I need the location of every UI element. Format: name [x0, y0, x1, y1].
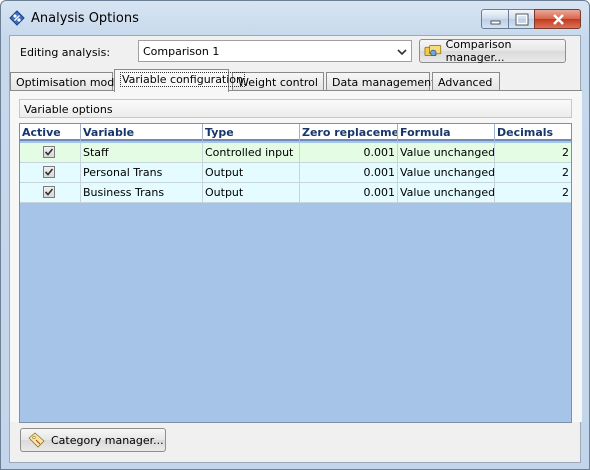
- column-variable[interactable]: Variable: [81, 124, 203, 141]
- zero-replacement-cell[interactable]: 0.001: [300, 163, 398, 183]
- chevron-down-icon: [397, 49, 407, 56]
- tab-strip: Optimisation mode Variable configuration…: [10, 67, 582, 92]
- variable-cell[interactable]: Personal Trans: [81, 163, 203, 183]
- tab-advanced[interactable]: Advanced: [432, 72, 500, 91]
- category-manager-label: Category manager...: [51, 433, 164, 447]
- column-decimals[interactable]: Decimals: [495, 124, 571, 141]
- window-title: Analysis Options: [31, 11, 139, 26]
- variable-options-header: Variable options: [19, 99, 572, 118]
- close-button[interactable]: [534, 9, 581, 29]
- table-row[interactable]: Staff Controlled input 0.001 Value uncha…: [20, 143, 571, 163]
- formula-cell[interactable]: Value unchanged: [398, 163, 495, 183]
- formula-cell[interactable]: Value unchanged: [398, 143, 495, 163]
- zero-replacement-cell[interactable]: 0.001: [300, 183, 398, 203]
- analysis-select[interactable]: Comparison 1: [138, 40, 412, 62]
- variable-grid[interactable]: Active Variable Type Zero replacement Fo…: [19, 123, 572, 423]
- decimals-cell[interactable]: 2: [495, 183, 571, 203]
- tab-data-management[interactable]: Data management: [326, 72, 435, 91]
- maximize-button[interactable]: [508, 9, 535, 29]
- variable-cell[interactable]: Business Trans: [81, 183, 203, 203]
- tab-variable-configuration[interactable]: Variable configuration: [114, 69, 245, 92]
- active-cell[interactable]: [20, 163, 81, 183]
- column-formula[interactable]: Formula: [398, 124, 495, 141]
- active-checkbox[interactable]: [43, 146, 55, 158]
- variable-configuration-page: Variable options Active Variable Type Ze…: [10, 90, 582, 423]
- comparison-manager-label: Comparison manager...: [445, 38, 512, 64]
- formula-cell[interactable]: Value unchanged: [398, 183, 495, 203]
- app-icon: [9, 10, 25, 26]
- column-active[interactable]: Active: [20, 124, 81, 141]
- editing-analysis-label: Editing analysis:: [20, 46, 111, 59]
- comparison-manager-button[interactable]: Comparison manager...: [419, 38, 566, 64]
- active-cell[interactable]: [20, 183, 81, 203]
- category-manager-button[interactable]: Category manager...: [20, 428, 166, 452]
- variable-cell[interactable]: Staff: [81, 143, 203, 163]
- checkmark-icon: [44, 188, 54, 196]
- column-type[interactable]: Type: [203, 124, 300, 141]
- tab-weight-control[interactable]: Weight control: [232, 72, 324, 91]
- minimize-icon: [490, 20, 501, 25]
- decimals-cell[interactable]: 2: [495, 163, 571, 183]
- active-cell[interactable]: [20, 143, 81, 163]
- active-checkbox[interactable]: [43, 186, 55, 198]
- decimals-cell[interactable]: 2: [495, 143, 571, 163]
- analysis-options-window: Analysis Options Editing analysis: Compa…: [0, 0, 590, 470]
- analysis-select-value: Comparison 1: [143, 45, 220, 58]
- dialog-body: Editing analysis: Comparison 1 Compariso…: [9, 35, 582, 463]
- tab-optimisation-mode[interactable]: Optimisation mode: [10, 72, 121, 91]
- checkmark-icon: [44, 148, 54, 156]
- close-icon: [553, 14, 564, 25]
- zero-replacement-cell[interactable]: 0.001: [300, 143, 398, 163]
- column-zero-replacement[interactable]: Zero replacement: [300, 124, 398, 141]
- checkmark-icon: [44, 168, 54, 176]
- table-row[interactable]: Personal Trans Output 0.001 Value unchan…: [20, 163, 571, 183]
- table-row[interactable]: Business Trans Output 0.001 Value unchan…: [20, 183, 571, 203]
- tag-icon: [28, 432, 45, 448]
- title-bar[interactable]: Analysis Options: [1, 1, 589, 35]
- type-cell[interactable]: Controlled input: [203, 143, 300, 163]
- maximize-icon: [515, 13, 529, 26]
- comparison-manager-icon: [424, 45, 442, 57]
- type-cell[interactable]: Output: [203, 163, 300, 183]
- active-checkbox[interactable]: [43, 166, 55, 178]
- type-cell[interactable]: Output: [203, 183, 300, 203]
- grid-header-row: Active Variable Type Zero replacement Fo…: [20, 124, 571, 141]
- minimize-button[interactable]: [481, 9, 509, 29]
